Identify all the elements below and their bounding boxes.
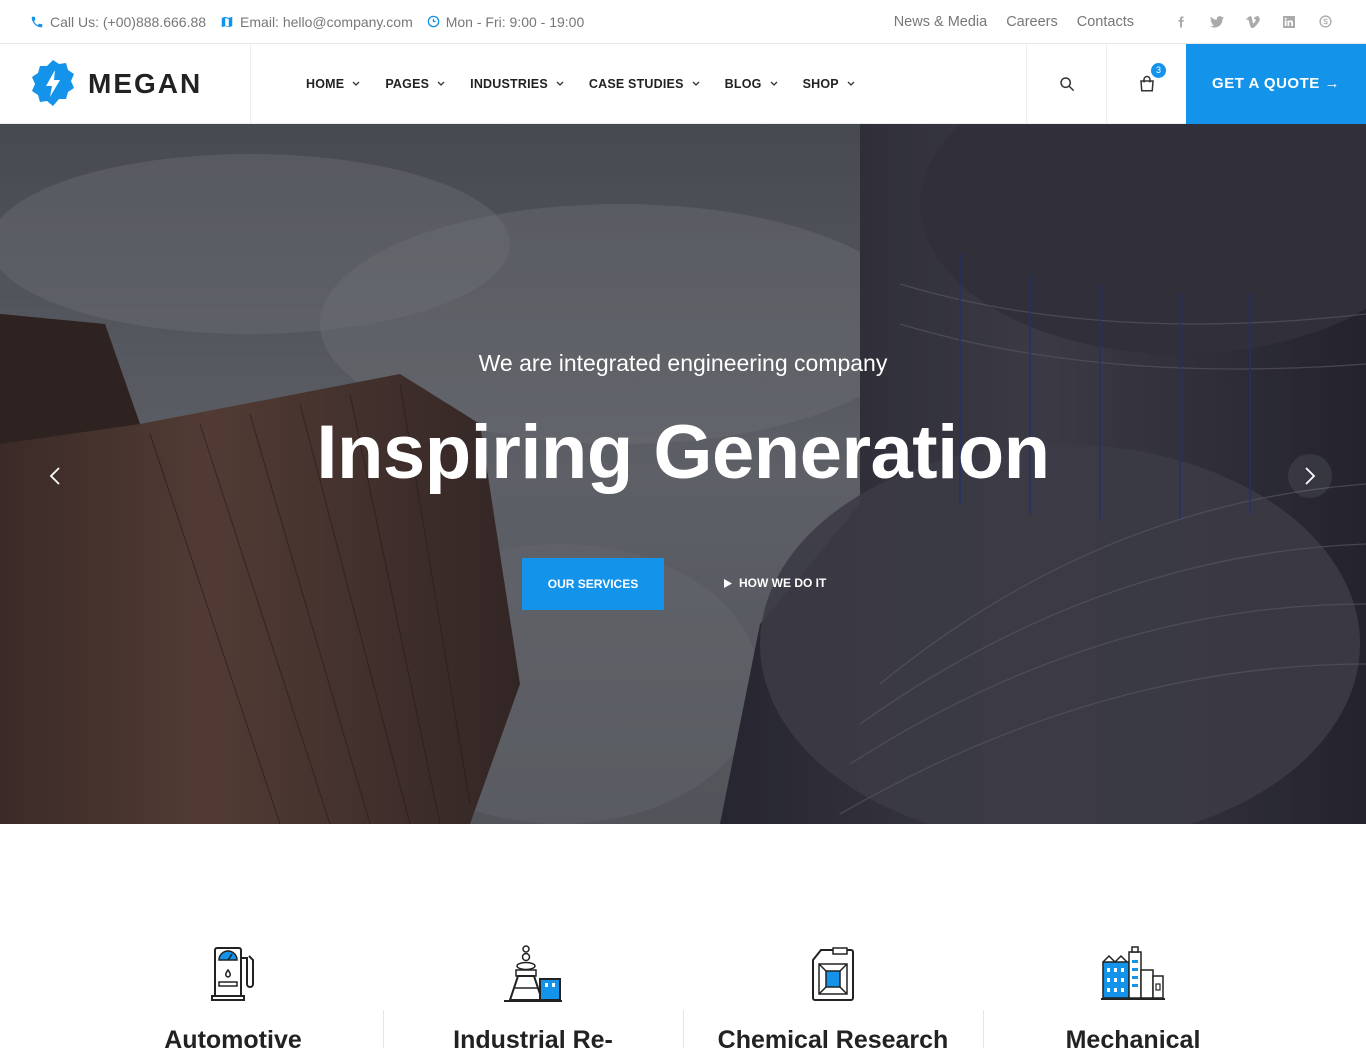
nav-item-case-studies[interactable]: CASE STUDIES [589,77,700,91]
nav-item-label: CASE STUDIES [588,76,684,91]
fuel-pump-icon [211,947,254,1001]
chevron-down-icon [556,81,564,86]
clock-icon [427,15,440,28]
careers-link[interactable]: Careers [1006,14,1058,30]
logo[interactable]: MEGAN [0,43,251,124]
chevron-down-icon [692,81,700,86]
vimeo-icon[interactable] [1242,11,1264,33]
phone-icon [31,16,43,27]
phone-info[interactable]: Call Us: (+00)888.666.88 [30,14,206,30]
map-icon [221,16,233,27]
logo-text: MEGAN [88,67,203,99]
linkedin-icon[interactable] [1278,11,1300,33]
cart-count-badge: 3 [1151,62,1166,78]
service-card-chemical[interactable]: Chemical Research [683,944,983,1048]
hero-subtitle: We are integrated engineering company [478,350,888,376]
contacts-link[interactable]: Contacts [1077,14,1134,30]
service-title: Mechanical [1065,1026,1201,1048]
nav-item-label: PAGES [385,76,430,91]
chevron-down-icon [847,81,855,86]
factory-icon [1101,946,1165,1000]
nav-item-blog[interactable]: BLOG [725,77,778,91]
nav-item-label: BLOG [724,76,762,91]
main-header: MEGAN HOME PAGES INDUSTRIES CASE STUDIES… [0,43,1366,124]
main-nav: HOME PAGES INDUSTRIES CASE STUDIES BLOG … [251,77,1026,91]
hero-slider: We are integrated engineering company In… [0,124,1366,824]
shopping-bag-icon [1139,75,1154,91]
facebook-icon[interactable] [1170,11,1192,33]
email-text: Email: hello@company.com [240,13,413,30]
service-card-automotive[interactable]: Automotive [83,944,383,1048]
skype-icon[interactable] [1314,11,1336,33]
our-services-button[interactable]: OUR SERVICES [522,558,664,610]
gear-bolt-logo-icon [32,59,74,106]
search-icon [1059,76,1074,91]
search-button[interactable] [1026,43,1106,124]
hours-text: Mon - Fri: 9:00 - 19:00 [445,13,585,30]
nav-item-shop[interactable]: SHOP [803,77,855,91]
services-section: Automotive Industrial Re- Chemical Resea… [0,824,1366,1048]
twitter-icon[interactable] [1206,11,1228,33]
email-info[interactable]: Email: hello@company.com [220,14,413,30]
chevron-down-icon [770,81,778,86]
jerrycan-icon [812,947,854,1001]
nav-item-label: INDUSTRIES [470,76,548,91]
phone-text: Call Us: (+00)888.666.88 [50,13,207,30]
nav-item-home[interactable]: HOME [306,77,360,91]
nav-item-label: SHOP [802,76,839,91]
hours-info: Mon - Fri: 9:00 - 19:00 [427,13,585,30]
nav-item-pages[interactable]: PAGES [385,77,445,91]
news-media-link[interactable]: News & Media [894,14,987,30]
service-card-mechanical[interactable]: Mechanical [983,944,1283,1048]
get-a-quote-button[interactable]: GET A QUOTE → [1186,43,1366,124]
cart-button[interactable]: 3 [1106,43,1186,124]
chevron-down-icon [437,81,445,86]
top-bar: Call Us: (+00)888.666.88 Email: hello@co… [0,0,1366,44]
chevron-down-icon [352,81,360,86]
how-we-do-it-button[interactable]: HOW WE DO IT [724,576,826,590]
service-title: Industrial Re- [453,1026,613,1048]
refinery-icon [504,945,562,1002]
service-title: Automotive [164,1026,302,1048]
hero-title: Inspiring Generation [316,410,1050,495]
service-card-industrial[interactable]: Industrial Re- [383,944,683,1048]
how-we-do-it-label: HOW WE DO IT [739,576,827,590]
nav-item-industries[interactable]: INDUSTRIES [470,77,564,91]
service-title: Chemical Research [717,1026,949,1048]
play-icon [724,578,732,588]
nav-item-label: HOME [306,76,345,91]
